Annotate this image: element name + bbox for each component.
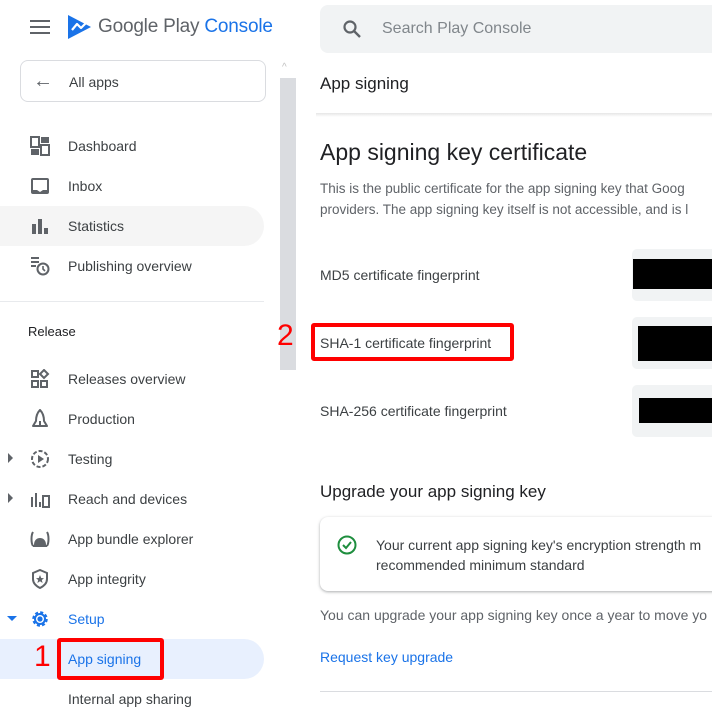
check-circle-icon — [337, 535, 357, 555]
sidebar-item-production[interactable]: Production — [0, 399, 264, 439]
upgrade-status-line: Your current app signing key's encryptio… — [376, 537, 702, 553]
header-divider — [316, 113, 712, 117]
annotation-number-1: 1 — [34, 640, 51, 673]
sidebar-item-publishing-overview[interactable]: Publishing overview — [0, 246, 264, 286]
shield-star-icon — [32, 569, 48, 589]
section-label-release: Release — [28, 324, 76, 339]
section-divider — [320, 691, 712, 692]
annotation-number-2: 2 — [277, 319, 294, 352]
sidebar-item-label: App integrity — [68, 571, 146, 587]
upgrade-status-text: Your current app signing key's encryptio… — [376, 535, 701, 575]
redacted-value — [633, 259, 712, 289]
certificate-description-line: This is the public certificate for the a… — [320, 181, 685, 196]
reach-devices-icon — [31, 493, 50, 508]
testing-play-icon — [31, 450, 49, 468]
search-icon — [343, 20, 361, 38]
sidebar-header: Google Play Console — [0, 0, 280, 56]
upgrade-heading: Upgrade your app signing key — [320, 482, 546, 501]
releases-overview-icon — [31, 369, 50, 388]
sidebar-item-label: Testing — [68, 451, 113, 467]
upgrade-description: You can upgrade your app signing key onc… — [320, 607, 708, 623]
search-bar[interactable]: Search Play Console — [320, 5, 712, 53]
menu-icon[interactable] — [30, 20, 50, 34]
sidebar-item-label: Inbox — [68, 178, 103, 194]
sidebar-divider — [0, 301, 264, 302]
upgrade-status-line: recommended minimum standard — [376, 557, 585, 573]
sha1-fingerprint-value[interactable] — [632, 317, 712, 369]
sidebar-item-label: Internal app sharing — [68, 691, 192, 707]
sidebar-item-label: Dashboard — [68, 138, 137, 154]
sidebar-item-label: Production — [68, 411, 135, 427]
sha256-fingerprint-value[interactable] — [632, 385, 712, 437]
gear-icon — [32, 611, 48, 627]
search-input[interactable]: Search Play Console — [382, 20, 531, 38]
sidebar-item-reach-and-devices[interactable]: Reach and devices — [0, 479, 264, 519]
play-console-app: Google Play Console ← All apps Dashboard… — [0, 0, 712, 712]
brand-name: Google Play — [98, 16, 200, 37]
collapse-caret-icon[interactable] — [7, 616, 17, 621]
md5-fingerprint-label: MD5 certificate fingerprint — [320, 267, 480, 283]
dashboard-icon — [30, 136, 50, 156]
redacted-value — [639, 398, 712, 423]
sidebar: Google Play Console ← All apps Dashboard… — [0, 0, 280, 712]
inbox-icon — [31, 178, 49, 194]
sidebar-item-testing[interactable]: Testing — [0, 439, 264, 479]
play-console-logo-icon — [68, 15, 91, 39]
publishing-schedule-icon — [31, 257, 50, 276]
certificate-heading: App signing key certificate — [320, 139, 588, 165]
sidebar-item-label: Publishing overview — [68, 258, 192, 274]
sidebar-item-label: Setup — [68, 611, 105, 627]
arrow-back-icon: ← — [33, 70, 53, 92]
expand-caret-icon[interactable] — [8, 453, 13, 463]
sha256-fingerprint-label: SHA-256 certificate fingerprint — [320, 403, 507, 419]
upgrade-status-card: Your current app signing key's encryptio… — [320, 517, 712, 591]
sidebar-item-label: App bundle explorer — [68, 531, 194, 547]
sidebar-item-label: Reach and devices — [68, 491, 188, 507]
request-key-upgrade-link[interactable]: Request key upgrade — [320, 649, 453, 665]
sidebar-item-setup[interactable]: Setup — [0, 599, 264, 639]
sidebar-item-app-bundle-explorer[interactable]: App bundle explorer — [0, 519, 264, 559]
brand-title: Google Play Console — [98, 16, 273, 38]
sidebar-item-statistics[interactable]: Statistics — [0, 206, 264, 246]
brand-accent: Console — [204, 16, 273, 37]
sha1-fingerprint-label: SHA-1 certificate fingerprint — [320, 335, 492, 351]
rocket-icon — [32, 409, 48, 427]
bar-chart-icon — [32, 219, 48, 234]
sidebar-item-dashboard[interactable]: Dashboard — [0, 126, 264, 166]
sidebar-item-internal-app-sharing[interactable]: Internal app sharing — [0, 679, 264, 712]
all-apps-button[interactable]: ← All apps — [20, 60, 266, 102]
page-title: App signing — [320, 74, 409, 93]
certificate-description: This is the public certificate for the a… — [320, 178, 712, 220]
sidebar-item-label: Releases overview — [68, 371, 186, 387]
expand-caret-icon[interactable] — [8, 493, 13, 503]
android-bundle-icon — [30, 531, 50, 547]
md5-fingerprint-value[interactable] — [632, 249, 712, 301]
certificate-description-line: providers. The app signing key itself is… — [320, 202, 689, 217]
sidebar-item-inbox[interactable]: Inbox — [0, 166, 264, 206]
scroll-up-icon[interactable]: ^ — [282, 62, 287, 73]
all-apps-label: All apps — [69, 74, 119, 90]
redacted-value — [638, 326, 712, 361]
sidebar-item-releases-overview[interactable]: Releases overview — [0, 359, 264, 399]
sidebar-item-label: App signing — [68, 651, 142, 667]
sidebar-item-app-integrity[interactable]: App integrity — [0, 559, 264, 599]
sidebar-item-label: Statistics — [68, 218, 125, 234]
